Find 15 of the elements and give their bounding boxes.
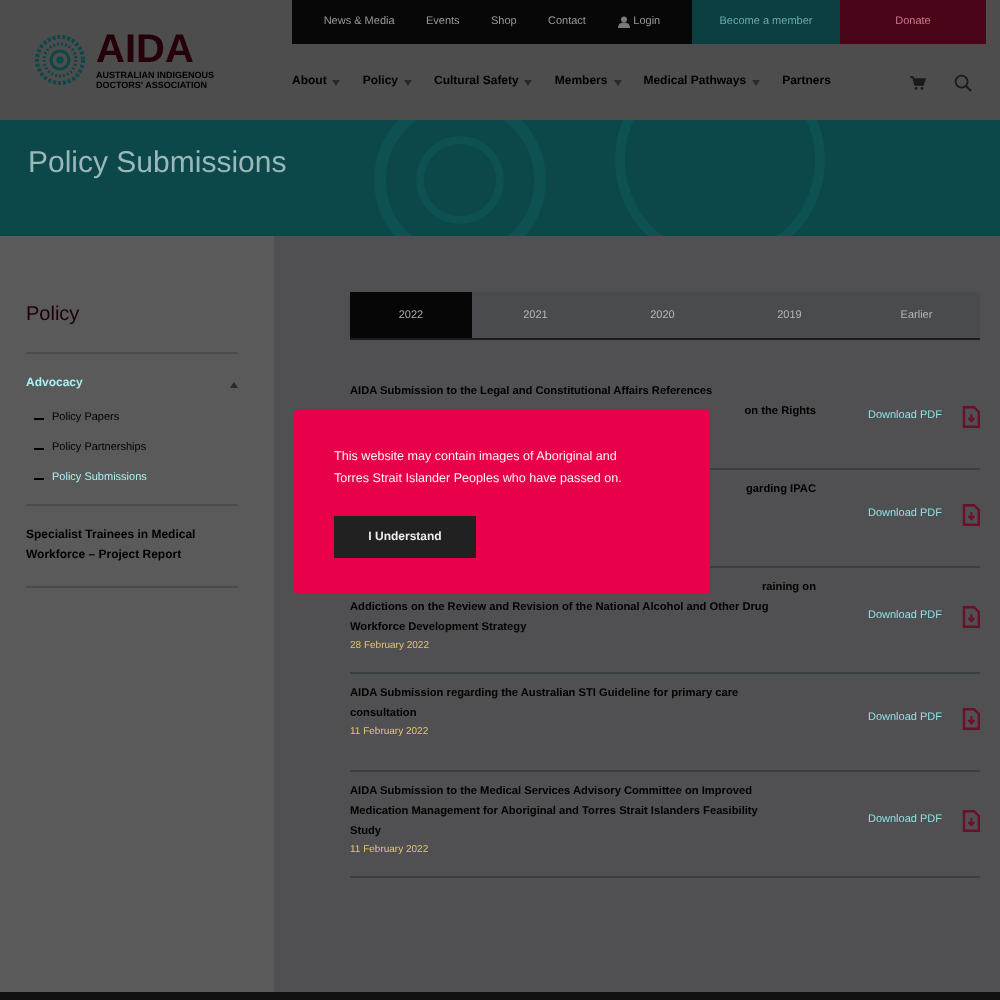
pdf-file-icon[interactable] [962,605,980,627]
pdf-file-icon[interactable] [962,503,980,525]
user-icon [617,16,630,28]
cart-icon[interactable] [910,75,926,89]
dotted-circle-logo-icon [34,34,86,86]
search-icon[interactable] [954,73,972,91]
logo-text: AIDA [96,29,196,69]
dash-icon [34,477,44,479]
pdf-file-icon[interactable] [962,809,980,831]
page-title: Policy Submissions [28,146,289,180]
dash-icon [34,447,44,449]
pdf-file-icon[interactable] [962,405,980,427]
dash-icon [34,417,44,419]
pdf-file-icon[interactable] [962,707,980,729]
sidebar-title: Policy [26,304,238,354]
